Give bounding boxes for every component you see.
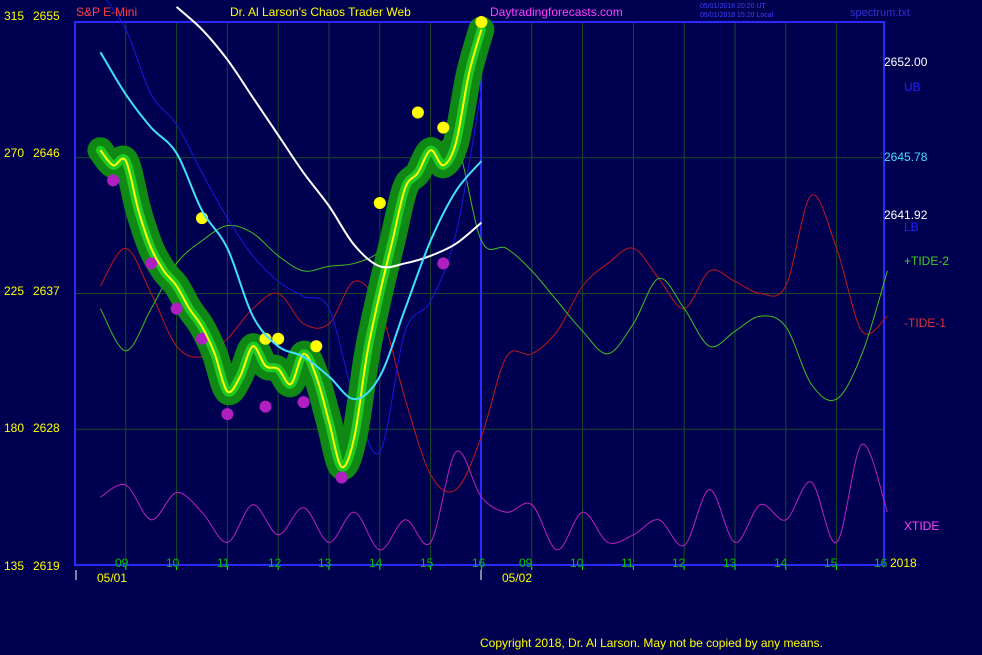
series-layer bbox=[87, 0, 888, 551]
hour-label: 13 bbox=[723, 556, 737, 570]
high-marker bbox=[373, 197, 386, 209]
high-marker bbox=[437, 121, 450, 134]
price-tick: 2655 bbox=[33, 9, 60, 23]
hour-label: 16 bbox=[874, 556, 888, 570]
chart-title: Dr. Al Larson's Chaos Trader Web bbox=[230, 5, 411, 19]
lb-label: LB bbox=[904, 220, 919, 234]
copyright-notice: Copyright 2018, Dr. Al Larson. May not b… bbox=[480, 636, 823, 650]
hour-label: 13 bbox=[318, 556, 332, 570]
hour-label: 14 bbox=[369, 556, 383, 570]
low-marker bbox=[437, 257, 450, 270]
symbol-label: S&P E-Mini bbox=[76, 5, 137, 19]
high-marker bbox=[411, 106, 424, 119]
price-tick: 2619 bbox=[33, 559, 60, 573]
secondary-tick: 225 bbox=[4, 284, 24, 298]
xtide-line bbox=[100, 443, 888, 551]
ub-value-label: 2652.00 bbox=[884, 55, 928, 69]
date-label: 05/02 bbox=[502, 571, 532, 585]
year-label: 2018 bbox=[890, 556, 917, 570]
ema-value-label: 2645.78 bbox=[884, 150, 928, 164]
hour-label: 10 bbox=[570, 556, 584, 570]
chart-window: S&P E-Mini Dr. Al Larson's Chaos Trader … bbox=[0, 0, 982, 650]
xtide-label: XTIDE bbox=[904, 519, 939, 533]
hour-label: 09 bbox=[115, 556, 129, 570]
hour-label: 15 bbox=[420, 556, 434, 570]
hour-label: 10 bbox=[166, 556, 180, 570]
date-label: 05/01 bbox=[97, 571, 127, 585]
price-tick: 2628 bbox=[33, 421, 60, 435]
secondary-tick: 135 bbox=[4, 559, 24, 573]
timestamp-local: 05/01/2018 15:20 Local bbox=[700, 12, 774, 19]
hour-label: 16 bbox=[472, 556, 486, 570]
price-chart: S&P E-Mini Dr. Al Larson's Chaos Trader … bbox=[4, 0, 949, 650]
site-link[interactable]: Daytradingforecasts.com bbox=[490, 5, 623, 19]
low-marker bbox=[259, 400, 272, 413]
price-tick: 2637 bbox=[33, 284, 60, 298]
price-tick: 2646 bbox=[33, 146, 60, 160]
hour-label: 11 bbox=[217, 556, 230, 570]
tide1-label: -TIDE-1 bbox=[904, 316, 946, 330]
high-marker bbox=[475, 16, 488, 28]
low-marker bbox=[297, 396, 310, 409]
hour-label: 12 bbox=[268, 556, 282, 570]
low-marker bbox=[335, 471, 348, 484]
ub-label: UB bbox=[904, 80, 921, 94]
hour-label: 11 bbox=[621, 556, 634, 570]
secondary-tick: 180 bbox=[4, 421, 24, 435]
spectrum-file-label: spectrum.txt bbox=[850, 7, 910, 19]
secondary-tick: 315 bbox=[4, 9, 24, 23]
price-band bbox=[87, 16, 495, 481]
secondary-tick: 270 bbox=[4, 146, 24, 160]
tide2-label: +TIDE-2 bbox=[904, 254, 949, 268]
low-marker bbox=[145, 257, 158, 270]
low-marker bbox=[170, 302, 183, 315]
hour-label: 09 bbox=[519, 556, 533, 570]
left-axis: 315 2655 270 2646 225 2637 180 2628 135 … bbox=[4, 9, 60, 573]
timestamp-ut: 05/01/2018 20:20 UT bbox=[700, 3, 766, 10]
low-marker bbox=[221, 408, 234, 421]
high-marker bbox=[310, 340, 323, 353]
hour-label: 15 bbox=[824, 556, 838, 570]
low-marker bbox=[107, 174, 120, 187]
hour-label: 12 bbox=[672, 556, 686, 570]
x-axis: 09 10 11 12 13 14 15 16 09 10 11 12 13 1… bbox=[115, 556, 888, 570]
hour-label: 14 bbox=[774, 556, 788, 570]
